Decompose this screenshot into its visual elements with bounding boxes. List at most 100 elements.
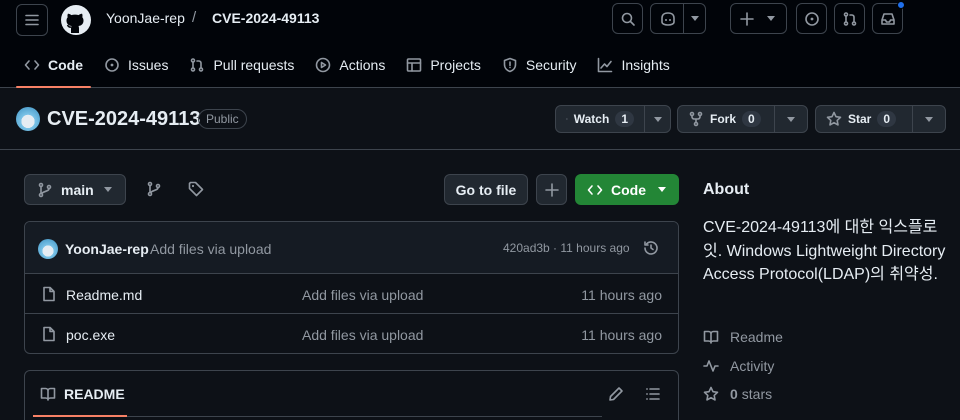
file-commit-message[interactable]: Add files via upload	[302, 287, 423, 303]
repo-nav-tabs: Code Issues Pull requests Actions Projec…	[16, 46, 683, 88]
pencil-icon[interactable]	[608, 386, 624, 402]
chevron-down-icon	[653, 116, 662, 122]
readme-link-label: Readme	[730, 329, 783, 345]
chevron-down-icon	[103, 187, 112, 192]
fork-label: Fork	[710, 112, 737, 126]
code-icon	[587, 184, 603, 195]
stars-label: stars	[741, 386, 773, 402]
divider	[127, 416, 602, 417]
visibility-badge: Public	[198, 109, 247, 129]
chevron-down-icon	[767, 16, 775, 21]
pull-requests-button[interactable]	[834, 3, 865, 34]
about-heading: About	[703, 181, 750, 198]
readme-tab-underline	[33, 415, 127, 417]
tab-label: Security	[525, 57, 577, 73]
tab-insights[interactable]: Insights	[589, 46, 677, 84]
readme-link[interactable]: Readme	[703, 329, 783, 345]
commit-author[interactable]: YoonJae-rep	[65, 241, 149, 257]
history-icon[interactable]	[642, 239, 660, 257]
branch-selector[interactable]: main	[24, 174, 126, 205]
star-dropdown[interactable]	[913, 106, 945, 132]
copilot-button[interactable]	[650, 3, 706, 34]
watch-label: Watch	[573, 112, 610, 126]
plus-icon	[544, 182, 559, 197]
breadcrumb-repo[interactable]: CVE-2024-49113	[212, 10, 319, 26]
repo-title-bar: CVE-2024-49113 Public Watch 1 Fork 0 Sta…	[0, 89, 960, 150]
notification-dot	[897, 1, 905, 9]
stars-count: 0	[730, 386, 738, 402]
branches-icon[interactable]	[146, 181, 162, 197]
watch-dropdown[interactable]	[645, 106, 670, 132]
code-dropdown-button[interactable]: Code	[575, 174, 679, 205]
tab-projects[interactable]: Projects	[398, 46, 489, 84]
fork-count: 0	[742, 111, 761, 127]
go-to-file-button[interactable]: Go to file	[444, 174, 528, 205]
github-logo-icon[interactable]	[60, 4, 92, 36]
file-icon	[43, 326, 55, 342]
tab-label: Code	[48, 57, 83, 73]
add-file-button[interactable]	[536, 174, 567, 205]
tab-issues[interactable]: Issues	[96, 46, 176, 84]
table-row: poc.exe Add files via upload 11 hours ag…	[25, 314, 678, 353]
tab-label: Pull requests	[213, 57, 295, 73]
latest-commit-row: YoonJae-rep Add files via upload 420ad3b…	[25, 222, 678, 274]
chevron-down-icon	[658, 187, 666, 192]
repo-title[interactable]: CVE-2024-49113	[47, 108, 200, 131]
file-commit-message[interactable]: Add files via upload	[302, 327, 423, 343]
issues-button[interactable]	[796, 3, 827, 34]
file-time: 11 hours ago	[581, 287, 662, 303]
about-description: CVE-2024-49113에 대한 익스플로잇. Windows Lightw…	[703, 219, 946, 283]
star-count: 0	[877, 111, 897, 127]
tab-actions[interactable]: Actions	[307, 46, 393, 84]
search-button[interactable]	[612, 3, 643, 34]
menu-button[interactable]	[16, 4, 48, 36]
fork-dropdown[interactable]	[775, 106, 807, 132]
copilot-icon	[661, 11, 675, 26]
readme-panel: README	[24, 370, 679, 420]
tab-pull-requests[interactable]: Pull requests	[181, 46, 302, 84]
branch-icon	[38, 182, 52, 197]
star-icon	[826, 111, 842, 126]
tag-icon[interactable]	[188, 181, 204, 197]
global-header: YoonJae-rep / CVE-2024-49113 Code Issues…	[0, 0, 960, 88]
file-time: 11 hours ago	[581, 327, 662, 343]
code-button-label: Code	[611, 181, 646, 198]
readme-label: README	[64, 386, 125, 402]
file-name[interactable]: Readme.md	[66, 287, 142, 303]
star-button[interactable]: Star 0	[816, 106, 913, 132]
tab-label: Issues	[128, 57, 169, 73]
watch-button[interactable]: Watch 1	[556, 106, 645, 132]
star-button-group: Star 0	[815, 105, 946, 133]
chevron-down-icon	[787, 116, 795, 122]
book-icon	[703, 330, 719, 344]
issue-icon	[105, 58, 119, 72]
avatar[interactable]	[16, 107, 40, 131]
shield-icon	[503, 57, 517, 73]
tab-code[interactable]: Code	[16, 46, 91, 88]
tab-label: Insights	[621, 57, 670, 73]
breadcrumb-owner[interactable]: YoonJae-rep	[106, 10, 185, 26]
list-icon[interactable]	[645, 386, 661, 402]
fork-button-group: Fork 0	[677, 105, 808, 133]
fork-button[interactable]: Fork 0	[678, 106, 775, 132]
search-icon	[621, 12, 635, 26]
activity-link-label: Activity	[730, 358, 775, 374]
readme-tab[interactable]: README	[40, 386, 125, 402]
hamburger-icon	[25, 14, 39, 26]
commit-message[interactable]: Add files via upload	[150, 241, 271, 257]
file-icon	[43, 286, 55, 302]
watch-count: 1	[615, 111, 634, 127]
table-row: Readme.md Add files via upload 11 hours …	[25, 274, 678, 314]
tab-security[interactable]: Security	[494, 46, 585, 84]
chevron-down-icon	[691, 16, 699, 21]
activity-link[interactable]: Activity	[703, 358, 774, 374]
avatar[interactable]	[38, 239, 58, 259]
stars-link[interactable]: 0 stars	[703, 386, 772, 402]
inbox-icon	[880, 12, 895, 25]
commit-hash-time[interactable]: 420ad3b · 11 hours ago	[503, 241, 630, 255]
graph-icon	[598, 57, 613, 73]
breadcrumb-separator: /	[192, 9, 197, 26]
create-new-button[interactable]	[730, 3, 787, 34]
file-name[interactable]: poc.exe	[66, 327, 115, 343]
tab-label: Projects	[430, 57, 481, 73]
